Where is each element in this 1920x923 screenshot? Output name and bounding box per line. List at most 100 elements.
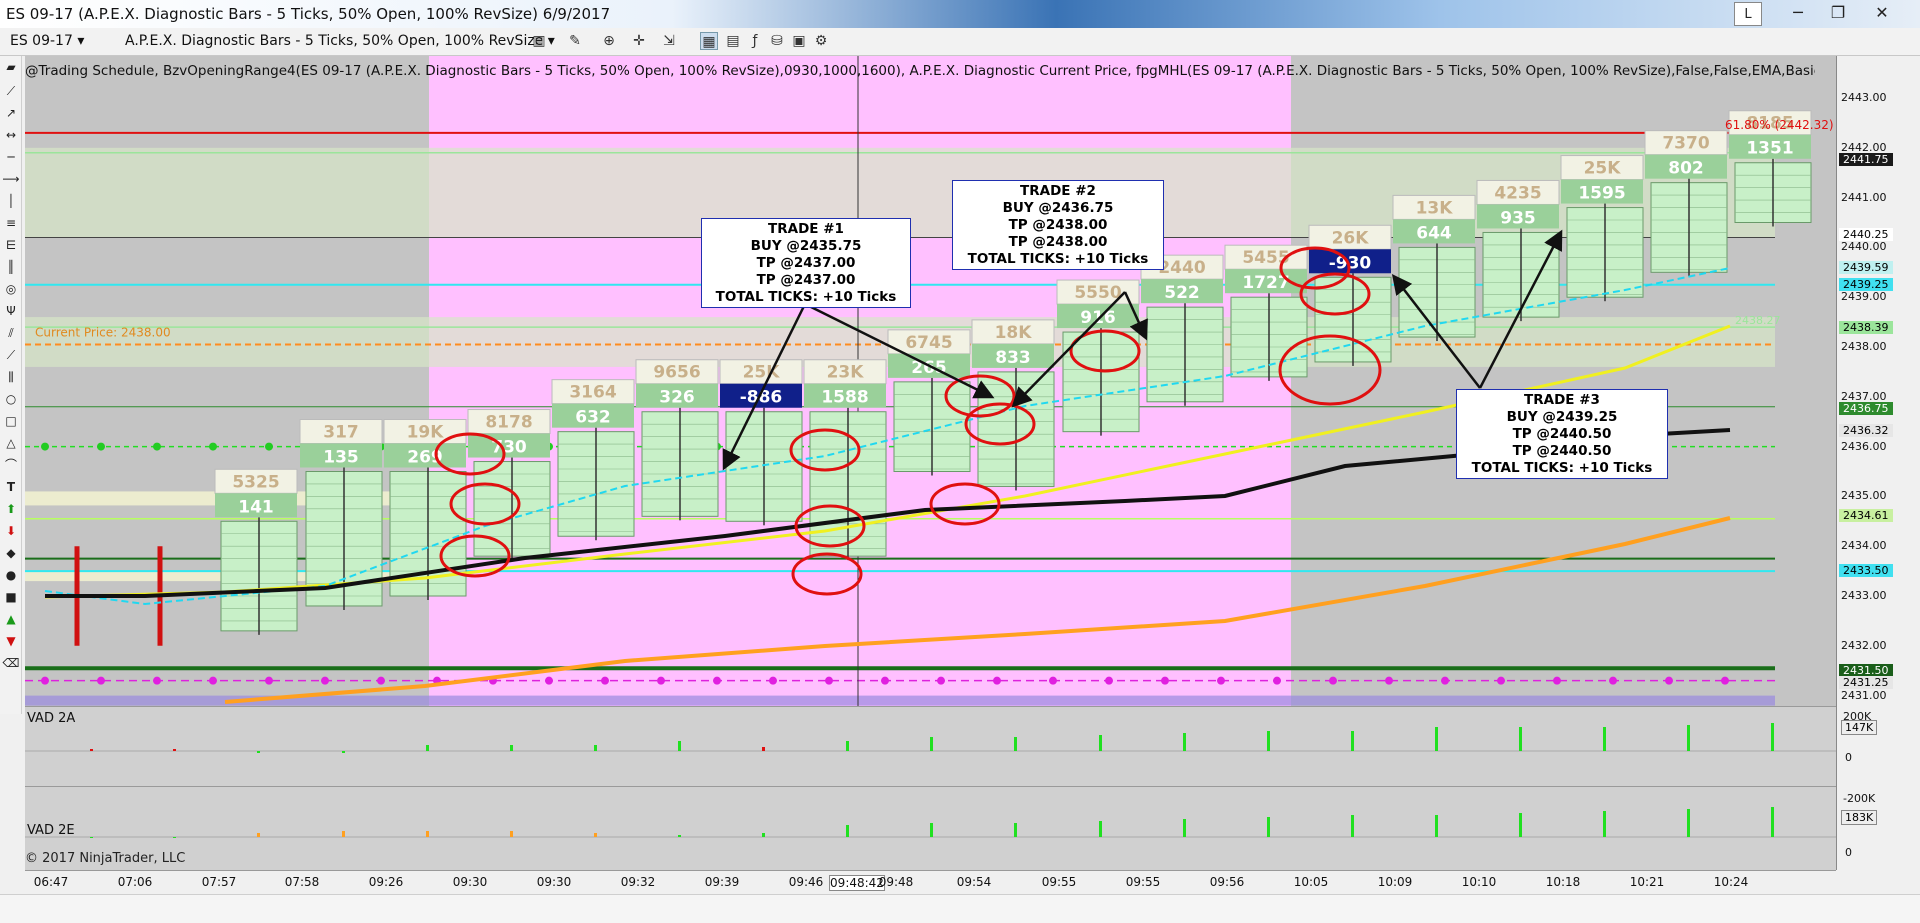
channel-icon[interactable]: ⫼ xyxy=(2,368,20,386)
circles-icon[interactable]: ◎ xyxy=(2,280,20,298)
level-marker-dot xyxy=(209,442,217,451)
minimize-button[interactable]: ─ xyxy=(1778,1,1818,25)
time-axis-label: 09:48 xyxy=(878,875,914,889)
time-axis-label: 09:56 xyxy=(1209,875,1245,889)
eraser-icon[interactable]: ⌫ xyxy=(2,654,20,672)
diamond-icon[interactable]: ◆ xyxy=(2,544,20,562)
instrument-label: ES 09-17 xyxy=(10,33,73,49)
gann-fan-icon[interactable]: ⫽ xyxy=(2,324,20,342)
vad-2a-bar xyxy=(1771,723,1774,751)
vad-2e-bar xyxy=(594,833,597,837)
indicators-icon[interactable]: ƒ xyxy=(746,32,764,50)
bar-type-selector[interactable]: A.P.E.X. Diagnostic Bars - 5 Ticks, 50% … xyxy=(125,33,555,49)
text-icon[interactable]: T xyxy=(2,478,20,496)
vad-2e-bar xyxy=(1351,815,1354,837)
vad-2e-panel[interactable]: VAD 2E xyxy=(25,786,1836,870)
trade-2-tp1: TP @2438.00 xyxy=(1008,217,1108,233)
vad-2a-panel[interactable]: VAD 2A xyxy=(25,706,1836,786)
arc-icon[interactable]: ⌒ xyxy=(2,456,20,474)
title-bar[interactable]: ES 09-17 (A.P.E.X. Diagnostic Bars - 5 T… xyxy=(0,0,1920,28)
vad-2e-zero-scale: 0 xyxy=(1845,846,1852,859)
time-axis-label: 09:26 xyxy=(368,875,404,889)
fib-extension-icon[interactable]: ⋿ xyxy=(2,236,20,254)
delta-label: 1588 xyxy=(821,388,868,408)
trade-3-tp1: TP @2440.50 xyxy=(1512,426,1612,442)
vad-2e-bar xyxy=(762,833,765,837)
close-button[interactable]: ✕ xyxy=(1862,1,1902,25)
chart-trader-icon[interactable]: ▦ xyxy=(700,32,718,50)
price-axis-label: 2433.00 xyxy=(1841,589,1887,602)
regression-icon[interactable]: ⟋ xyxy=(2,346,20,364)
arrow-line-icon[interactable]: ⟶ xyxy=(2,170,20,188)
vad-2e-histogram xyxy=(25,807,1836,838)
ray-icon[interactable]: ↗ xyxy=(2,104,20,122)
price-axis-label: 2431.00 xyxy=(1841,688,1887,702)
level-marker-dot xyxy=(881,676,889,685)
level-marker-dot xyxy=(1329,676,1337,685)
instrument-selector[interactable]: ES 09-17 ▾ xyxy=(10,33,84,49)
time-zones-icon[interactable]: ║ xyxy=(2,258,20,276)
volume-label: 7370 xyxy=(1662,134,1709,154)
dot-icon[interactable]: ● xyxy=(2,566,20,584)
extended-line-icon[interactable]: ↔ xyxy=(2,126,20,144)
level-marker-dot xyxy=(937,676,945,685)
strategies-icon[interactable]: ⛁ xyxy=(768,32,786,50)
vad-2e-bar xyxy=(1099,821,1102,837)
templates-icon[interactable]: ▣ xyxy=(790,32,808,50)
vad-2e-bar xyxy=(90,837,93,838)
vad-2e-bar xyxy=(930,823,933,837)
volume-label: 18K xyxy=(995,323,1033,343)
trade-1-title: TRADE #1 xyxy=(768,221,844,237)
indicator-list-label: @Trading Schedule, BzvOpeningRange4(ES 0… xyxy=(25,63,1815,79)
price-tag: 2433.50 xyxy=(1839,564,1893,578)
arrow-up-icon[interactable]: ⬆ xyxy=(2,500,20,518)
level-marker-dot xyxy=(209,676,217,685)
vad-2e-bar xyxy=(1435,815,1438,837)
price-tag: 2439.59 xyxy=(1839,260,1893,274)
time-axis-label: 10:05 xyxy=(1293,875,1329,889)
delta-label: 522 xyxy=(1164,283,1200,303)
link-button[interactable]: L xyxy=(1734,2,1762,26)
volume-label: 5550 xyxy=(1074,283,1121,303)
level-marker-dot xyxy=(769,676,777,685)
time-axis[interactable]: 06:47 07:06 07:57 07:58 09:26 09:30 09:30 09:32… xyxy=(25,870,1836,894)
triangle-icon[interactable]: △ xyxy=(2,434,20,452)
level-marker-dot xyxy=(1049,676,1057,685)
maximize-button[interactable]: ❐ xyxy=(1818,1,1858,25)
horizontal-line-icon[interactable]: ─ xyxy=(2,148,20,166)
ellipse-icon[interactable]: ○ xyxy=(2,390,20,408)
triangle-up-icon[interactable]: ▲ xyxy=(2,610,20,628)
volume-label: 6745 xyxy=(905,333,952,353)
pencil-icon[interactable]: ✎ xyxy=(566,32,584,50)
level-marker-dot xyxy=(377,676,385,685)
time-axis-label: 10:10 xyxy=(1461,875,1497,889)
pitchfork-icon[interactable]: Ψ xyxy=(2,302,20,320)
price-axis-label: 2432.00 xyxy=(1841,638,1887,652)
trade-1-total: TOTAL TICKS: +10 Ticks xyxy=(715,289,897,305)
level-marker-dot xyxy=(657,676,665,685)
triangle-down-icon[interactable]: ▼ xyxy=(2,632,20,650)
vad-2e-bar xyxy=(1014,823,1017,837)
footprint-bar xyxy=(641,407,719,521)
zoom-icon[interactable]: ⊕ xyxy=(600,32,618,50)
ruler-icon[interactable]: ▰ xyxy=(2,58,20,76)
time-axis-label: 09:54 xyxy=(956,875,992,889)
level-marker-dot xyxy=(153,442,161,451)
ninjatrader-chart-window: ES 09-17 (A.P.E.X. Diagnostic Bars - 5 T… xyxy=(0,0,1920,923)
level-marker-dot xyxy=(545,676,553,685)
price-axis[interactable]: 2443.00 2442.00 2441.00 2440.00 2439.00 2438.… xyxy=(1836,56,1920,706)
vertical-line-icon[interactable]: │ xyxy=(2,192,20,210)
bar-style-icon[interactable]: ▥ xyxy=(530,32,548,50)
time-axis-label: 10:09 xyxy=(1377,875,1413,889)
data-box-icon[interactable]: ▤ xyxy=(724,32,742,50)
rectangle-icon[interactable]: □ xyxy=(2,412,20,430)
vad-2a-bar xyxy=(1267,731,1270,751)
square-icon[interactable]: ■ xyxy=(2,588,20,606)
price-panel[interactable]: 5325 141 317 135 19K 269 8178 730 3164 632 9656 326… xyxy=(25,56,1836,706)
fibonacci-icon[interactable]: ≡ xyxy=(2,214,20,232)
arrow-down-icon[interactable]: ⬇ xyxy=(2,522,20,540)
scroll-icon[interactable]: ⇲ xyxy=(660,32,678,50)
line-icon[interactable]: ⟋ xyxy=(2,82,20,100)
properties-icon[interactable]: ⚙ xyxy=(812,32,830,50)
crosshair-icon[interactable]: ✛ xyxy=(630,32,648,50)
